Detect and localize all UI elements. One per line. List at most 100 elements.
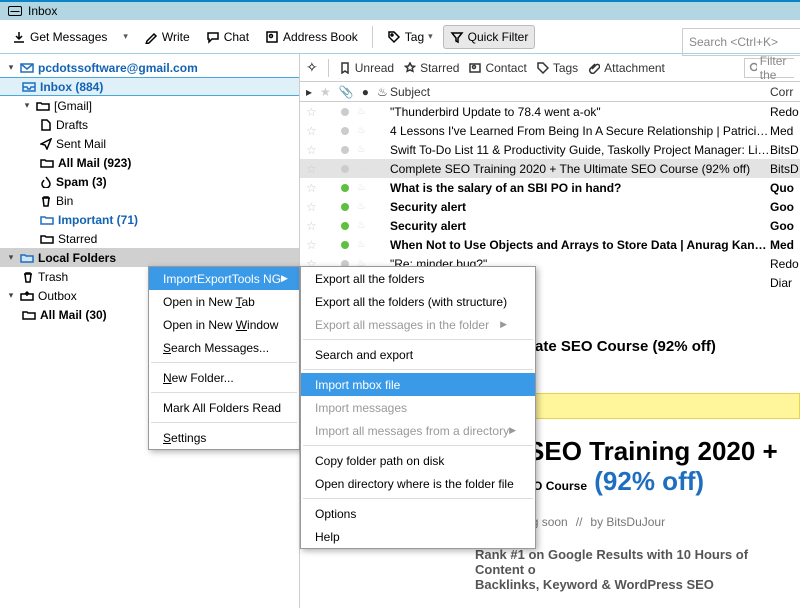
menu-item[interactable]: ImportExportTools NG▶	[149, 267, 299, 290]
menu-item[interactable]: Copy folder path on disk	[301, 449, 535, 472]
bin-folder[interactable]: Bin	[0, 191, 299, 210]
junk-icon[interactable]: ♨	[357, 125, 366, 136]
menu-item[interactable]: New Folder...	[149, 366, 299, 389]
outbox-label: Outbox	[38, 289, 77, 303]
message-list: ☆♨"Thunderbird Update to 78.4 went a-ok"…	[300, 102, 800, 292]
star-icon[interactable]: ☆	[306, 200, 317, 214]
read-dot[interactable]	[341, 222, 349, 230]
junk-icon[interactable]: ♨	[357, 201, 366, 212]
message-subject: 4 Lessons I've Learned From Being In A S…	[390, 124, 770, 138]
starred-folder[interactable]: Starred	[0, 229, 299, 248]
important-folder[interactable]: Important (71)	[0, 210, 299, 229]
read-dot[interactable]	[341, 203, 349, 211]
menu-item[interactable]: Mark All Folders Read	[149, 396, 299, 419]
sent-folder[interactable]: Sent Mail	[0, 134, 299, 153]
tag-button[interactable]: Tag ▾	[381, 26, 439, 48]
filter-tags[interactable]: Tags	[537, 61, 578, 75]
get-messages-label: Get Messages	[30, 30, 107, 44]
junk-icon[interactable]: ♨	[357, 144, 366, 155]
bin-label: Bin	[56, 194, 73, 208]
toolbar-separator	[372, 26, 373, 48]
col-subject[interactable]: Subject	[390, 85, 770, 99]
message-subject: Complete SEO Training 2020 + The Ultimat…	[390, 162, 770, 176]
star-icon[interactable]: ☆	[306, 105, 317, 119]
spam-label: Spam (3)	[56, 175, 107, 189]
star-icon	[404, 62, 416, 74]
junk-icon[interactable]: ♨	[357, 220, 366, 231]
message-subject: Swift To-Do List 11 & Productivity Guide…	[390, 143, 770, 157]
pin-icon[interactable]: ✧	[306, 59, 318, 76]
get-messages-dropdown[interactable]: ▾	[117, 27, 134, 46]
gmail-folder[interactable]: ▾ [Gmail]	[0, 96, 299, 115]
menu-item[interactable]: Export all the folders (with structure)	[301, 290, 535, 313]
message-row[interactable]: ☆ ♨ What is the salary of an SBI PO in han…	[300, 178, 800, 197]
menu-item[interactable]: Export all the folders	[301, 267, 535, 290]
menu-item[interactable]: Options	[301, 502, 535, 525]
filter-attachment[interactable]: Attachment	[588, 61, 665, 75]
drafts-label: Drafts	[56, 118, 88, 132]
read-dot[interactable]	[341, 146, 349, 154]
read-dot[interactable]	[341, 165, 349, 173]
global-search-input[interactable]: Search <Ctrl+K>	[682, 28, 800, 56]
menu-item[interactable]: Search and export	[301, 343, 535, 366]
get-messages-button[interactable]: Get Messages	[6, 26, 113, 48]
window-title: Inbox	[28, 4, 57, 18]
menu-item[interactable]: Settings	[149, 426, 299, 449]
message-subject: What is the salary of an SBI PO in hand?	[390, 181, 770, 195]
write-button[interactable]: Write	[138, 26, 196, 48]
message-row[interactable]: ☆♨When Not to Use Objects and Arrays to …	[300, 235, 800, 254]
address-book-button[interactable]: Address Book	[259, 26, 364, 48]
search-icon	[749, 62, 757, 74]
import-export-submenu: Export all the foldersExport all the fol…	[300, 266, 536, 549]
account-row[interactable]: ▾ pcdotssoftware@gmail.com	[0, 58, 299, 77]
message-row[interactable]: ☆ ♨ Complete SEO Training 2020 + The Ultim…	[300, 159, 800, 178]
local-label: Local Folders	[38, 251, 116, 265]
filter-unread[interactable]: Unread	[339, 61, 394, 75]
filter-search-input[interactable]: Filter the	[744, 58, 794, 78]
menu-item[interactable]: Search Messages...	[149, 336, 299, 359]
junk-icon[interactable]: ♨	[357, 239, 366, 250]
star-icon[interactable]: ☆	[306, 162, 317, 176]
read-dot[interactable]	[341, 184, 349, 192]
message-subject: Security alert	[390, 200, 770, 214]
menu-item[interactable]: Open directory where is the folder file	[301, 472, 535, 495]
spam-folder[interactable]: Spam (3)	[0, 172, 299, 191]
local-folders-row[interactable]: ▾ Local Folders	[0, 248, 299, 267]
message-corr: Diar	[770, 276, 800, 290]
junk-icon[interactable]: ♨	[357, 182, 366, 193]
read-dot[interactable]	[341, 241, 349, 249]
junk-icon[interactable]: ♨	[357, 106, 366, 117]
filter-contact[interactable]: Contact	[469, 61, 526, 75]
read-dot[interactable]	[341, 108, 349, 116]
inbox-folder[interactable]: Inbox (884)	[0, 77, 299, 96]
message-corr: Redo	[770, 257, 800, 271]
quick-filter-button[interactable]: Quick Filter	[443, 25, 536, 49]
star-icon[interactable]: ☆	[306, 143, 317, 157]
filter-starred[interactable]: Starred	[404, 61, 459, 75]
menu-item[interactable]: Open in New Window	[149, 313, 299, 336]
download-icon	[12, 30, 26, 44]
junk-icon[interactable]: ♨	[357, 163, 366, 174]
col-correspondent[interactable]: Corr	[770, 85, 800, 99]
message-row[interactable]: ☆ ♨ 4 Lessons I've Learned From Being In A…	[300, 121, 800, 140]
message-row[interactable]: ☆♨"Thunderbird Update to 78.4 went a-ok"…	[300, 102, 800, 121]
chat-icon	[206, 30, 220, 44]
menu-item[interactable]: Import mbox file	[301, 373, 535, 396]
filter-bar: ✧ Unread Starred Contact Tags Attachment…	[300, 54, 800, 82]
read-dot[interactable]	[341, 127, 349, 135]
menu-item[interactable]: Open in New Tab	[149, 290, 299, 313]
message-row[interactable]: ☆♨Security alertGoo	[300, 216, 800, 235]
menu-item[interactable]: Help	[301, 525, 535, 548]
message-row[interactable]: ☆♨Security alertGoo	[300, 197, 800, 216]
star-icon[interactable]: ☆	[306, 219, 317, 233]
drafts-folder[interactable]: Drafts	[0, 115, 299, 134]
allmail-label: All Mail (923)	[58, 156, 131, 170]
allmail-folder[interactable]: All Mail (923)	[0, 153, 299, 172]
message-row[interactable]: ☆ ♨ Swift To-Do List 11 & Productivity Gui…	[300, 140, 800, 159]
star-icon[interactable]: ☆	[306, 238, 317, 252]
folder-icon	[20, 253, 34, 263]
chat-button[interactable]: Chat	[200, 26, 255, 48]
star-icon[interactable]: ☆	[306, 124, 317, 138]
gmail-label: [Gmail]	[54, 99, 92, 113]
star-icon[interactable]: ☆	[306, 181, 317, 195]
